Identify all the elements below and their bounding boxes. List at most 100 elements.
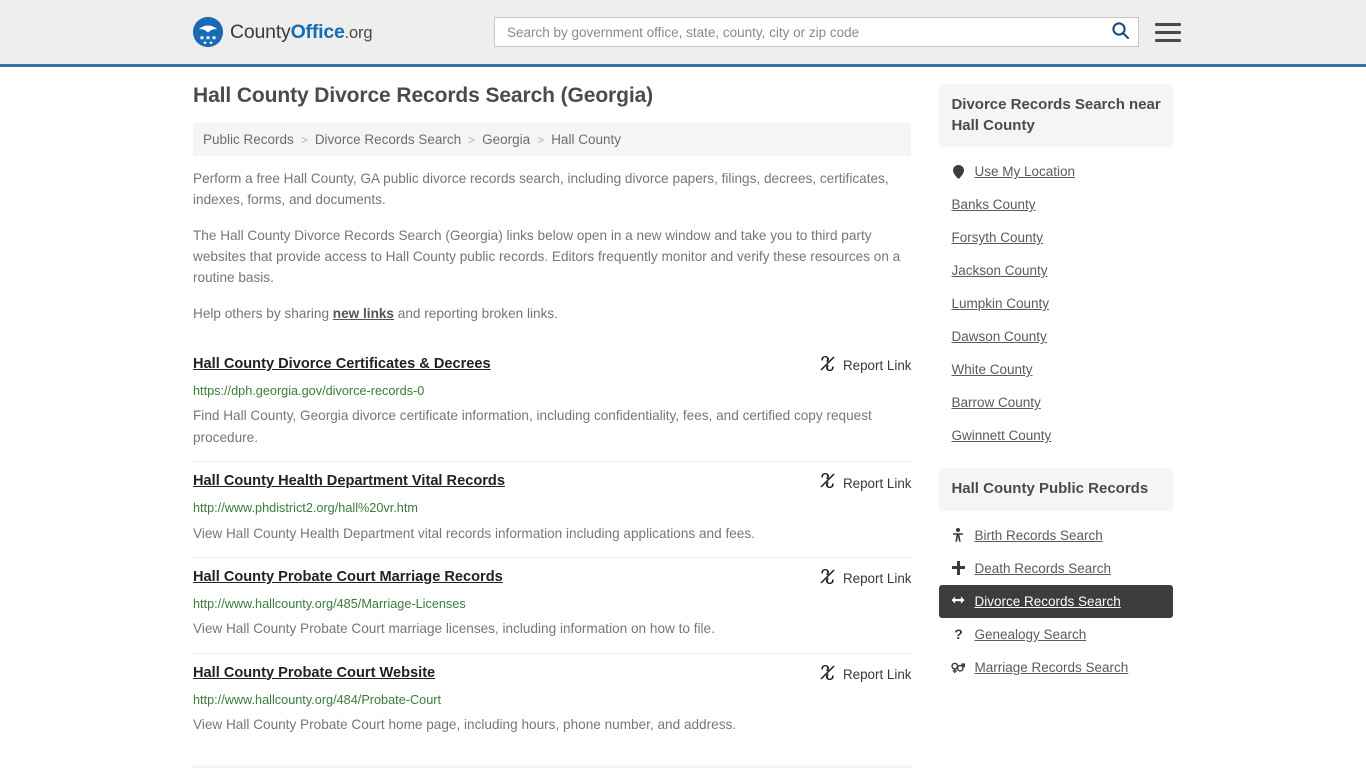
report-link-button[interactable]: Report Link <box>820 355 911 376</box>
sidebar-item-banks-county[interactable]: Banks County <box>939 188 1173 221</box>
broken-link-icon <box>820 355 835 376</box>
sidebar-item-use-my-location[interactable]: Use My Location <box>939 155 1173 188</box>
hamburger-bar <box>1155 30 1181 34</box>
sidebar-item-label: Barrow County <box>951 395 1041 411</box>
new-links-link[interactable]: new links <box>333 306 394 321</box>
search-icon <box>1111 21 1130 43</box>
sidebar-item-label: Forsyth County <box>951 230 1044 246</box>
site-header: CountyOffice.org <box>0 0 1366 67</box>
breadcrumb: Public Records > Divorce Records Search … <box>193 123 912 156</box>
share-text-before: Help others by sharing <box>193 306 333 322</box>
report-link-label: Report Link <box>842 475 912 491</box>
result-header: Hall County Health Department Vital Reco… <box>193 472 911 493</box>
report-link-button[interactable]: Report Link <box>820 472 911 493</box>
search-button[interactable] <box>1109 21 1132 43</box>
sidebar-nearby-list: Use My Location Banks County Forsyth Count… <box>939 147 1173 452</box>
result-title-link[interactable]: Hall County Probate Court Website <box>193 664 435 683</box>
share-text-after: and reporting broken links. <box>394 306 558 322</box>
content-row: Hall County Divorce Records Search (Geor… <box>193 67 1173 768</box>
sidebar-item-label: Marriage Records Search <box>974 659 1129 675</box>
intro-paragraph-2: The Hall County Divorce Records Search (… <box>193 228 901 285</box>
breadcrumb-item-public-records[interactable]: Public Records <box>203 132 294 147</box>
search-box[interactable] <box>494 17 1139 47</box>
results-list: Hall County Divorce Certificates & Decre… <box>193 341 912 749</box>
cross-icon <box>951 561 965 576</box>
logo-wordmark: CountyOffice.org <box>230 20 373 44</box>
result-title-link[interactable]: Hall County Health Department Vital Reco… <box>193 472 505 491</box>
sidebar-item-genealogy-search[interactable]: ? Genealogy Search <box>939 618 1173 651</box>
search-input[interactable] <box>505 23 1109 41</box>
result-item: Hall County Probate Court Website Report … <box>193 652 912 749</box>
sidebar-heading-public-records: Hall County Public Records <box>939 468 1173 511</box>
baby-icon <box>951 528 965 542</box>
sidebar-item-gwinnett-county[interactable]: Gwinnett County <box>939 419 1173 452</box>
report-link-label: Report Link <box>842 571 912 587</box>
eagle-shield-logo-icon <box>193 17 223 47</box>
sidebar-item-label: Use My Location <box>974 164 1076 180</box>
hamburger-menu-icon[interactable] <box>1155 22 1181 42</box>
result-item: Hall County Probate Court Marriage Recor… <box>193 556 912 653</box>
sidebar-item-label: Jackson County <box>951 263 1048 279</box>
sidebar-item-barrow-county[interactable]: Barrow County <box>939 386 1173 419</box>
breadcrumb-item-divorce-records-search[interactable]: Divorce Records Search <box>315 132 461 147</box>
result-url: http://www.phdistrict2.org/hall%20vr.htm <box>193 501 418 516</box>
sidebar-item-divorce-records-search[interactable]: Divorce Records Search <box>939 584 1173 618</box>
report-link-label: Report Link <box>842 667 912 682</box>
site-logo[interactable]: CountyOffice.org <box>193 17 373 47</box>
sidebar-item-death-records-search[interactable]: Death Records Search <box>939 552 1173 585</box>
result-description: View Hall County Probate Court marriage … <box>193 621 715 637</box>
result-title-link[interactable]: Hall County Probate Court Marriage Recor… <box>193 568 503 587</box>
sidebar-item-label: Divorce Records Search <box>974 593 1121 609</box>
result-title-link[interactable]: Hall County Divorce Certificates & Decre… <box>193 355 491 374</box>
breadcrumb-item-georgia[interactable]: Georgia <box>482 132 530 147</box>
result-item: Hall County Health Department Vital Reco… <box>193 461 912 557</box>
result-item: Hall County Divorce Certificates & Decre… <box>193 341 911 462</box>
intro-paragraph-1: Perform a free Hall County, GA public di… <box>193 171 889 207</box>
result-header: Hall County Probate Court Marriage Recor… <box>193 568 911 589</box>
hamburger-bar <box>1155 38 1181 42</box>
hamburger-bar <box>1155 22 1181 26</box>
logo-word-office: Office <box>290 20 345 43</box>
sidebar-item-label: Lumpkin County <box>951 296 1050 312</box>
sidebar-heading-nearby: Divorce Records Search near Hall County <box>939 84 1173 148</box>
sidebar-item-birth-records-search[interactable]: Birth Records Search <box>939 519 1173 552</box>
result-header: Hall County Probate Court Website Report … <box>193 664 911 685</box>
breadcrumb-separator: > <box>300 132 308 147</box>
broken-link-icon <box>820 473 835 493</box>
broken-link-icon <box>820 664 835 685</box>
sidebar-item-label: Birth Records Search <box>974 527 1103 543</box>
double-arrow-icon <box>951 595 965 607</box>
map-pin-icon <box>951 164 965 179</box>
page-container: Hall County Divorce Records Search (Geor… <box>0 67 1366 768</box>
logo-word-org: .org <box>344 23 373 42</box>
sidebar-public-records-list: Birth Records Search Death Records Search… <box>939 511 1173 684</box>
logo-word-county: County <box>230 20 291 43</box>
sidebar-item-label: Genealogy Search <box>974 626 1087 642</box>
sidebar-item-label: Dawson County <box>951 329 1047 345</box>
report-link-button[interactable]: Report Link <box>820 664 911 685</box>
result-header: Hall County Divorce Certificates & Decre… <box>193 355 911 376</box>
question-mark-icon: ? <box>951 627 965 641</box>
result-description: View Hall County Health Department vital… <box>193 525 755 541</box>
result-description: View Hall County Probate Court home page… <box>193 717 737 732</box>
sidebar-item-label: White County <box>951 362 1033 378</box>
broken-link-icon <box>820 568 835 589</box>
report-link-button[interactable]: Report Link <box>820 568 911 589</box>
main-column: Hall County Divorce Records Search (Geor… <box>193 84 912 768</box>
sidebar-item-jackson-county[interactable]: Jackson County <box>939 254 1173 287</box>
sidebar-item-label: Banks County <box>951 197 1036 213</box>
breadcrumb-separator: > <box>468 132 476 147</box>
sidebar-panel-nearby: Divorce Records Search near Hall County … <box>939 84 1173 452</box>
sidebar-item-lumpkin-county[interactable]: Lumpkin County <box>939 287 1173 320</box>
sidebar-item-dawson-county[interactable]: Dawson County <box>939 320 1173 353</box>
sidebar-item-white-county[interactable]: White County <box>939 353 1173 386</box>
result-description: Find Hall County, Georgia divorce certif… <box>193 408 872 446</box>
sidebar-item-marriage-records-search[interactable]: Marriage Records Search <box>939 651 1173 684</box>
result-url: https://dph.georgia.gov/divorce-records-… <box>193 383 425 398</box>
breadcrumb-item-hall-county[interactable]: Hall County <box>551 132 621 147</box>
page-title: Hall County Divorce Records Search (Geor… <box>193 84 654 107</box>
sidebar-item-forsyth-county[interactable]: Forsyth County <box>939 221 1173 254</box>
sidebar-item-label: Death Records Search <box>974 560 1112 576</box>
header-search-area <box>494 17 1181 47</box>
result-url: http://www.hallcounty.org/485/Marriage-L… <box>193 596 466 611</box>
